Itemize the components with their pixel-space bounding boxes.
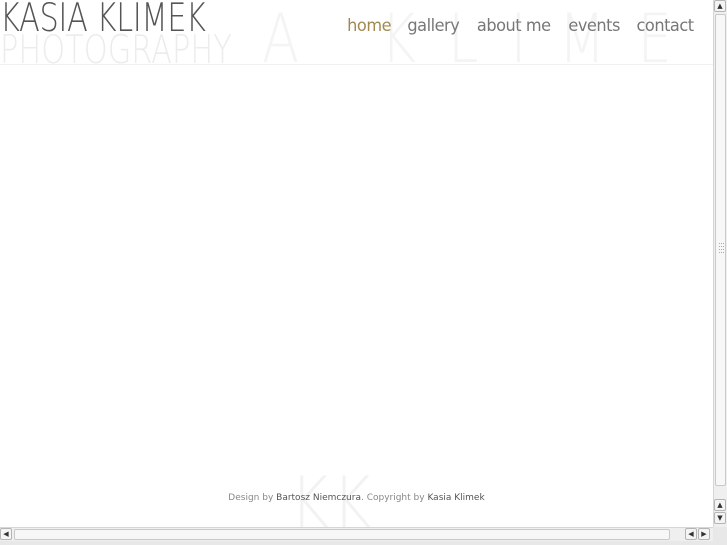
grip-line [719, 246, 724, 248]
nav-contact[interactable]: contact [636, 16, 694, 36]
nav-gallery[interactable]: gallery [408, 16, 460, 36]
scroll-down-button[interactable]: ▼ [714, 512, 726, 524]
designer-link[interactable]: Bartosz Niemczura [276, 493, 361, 503]
owner-link[interactable]: Kasia Klimek [427, 493, 484, 503]
site-footer: Design by Bartosz Niemczura. Copyright b… [0, 493, 713, 503]
grip-line [719, 243, 724, 245]
logo-watermark: A KLIMEK [262, 0, 713, 79]
site-header: A KLIMEK PHOTOGRAPHY KASIA KLIMEK home g… [0, 0, 713, 79]
window-bottom-edge [0, 541, 727, 545]
site-logo[interactable]: KASIA KLIMEK [0, 0, 206, 41]
nav-home[interactable]: home [347, 16, 391, 36]
scroll-up-button-lower[interactable]: ▲ [714, 499, 726, 511]
nav-events[interactable]: events [568, 16, 620, 36]
scroll-right-button[interactable]: ▶ [698, 528, 710, 540]
nav-about-me[interactable]: about me [477, 16, 551, 36]
scroll-up-button[interactable]: ▲ [714, 0, 726, 12]
page-viewport: A KLIMEK PHOTOGRAPHY KASIA KLIMEK home g… [0, 0, 713, 527]
scroll-left-button-right[interactable]: ◀ [685, 528, 697, 540]
main-nav: home gallery about me events contact [332, 16, 695, 36]
vertical-scroll-thumb[interactable] [715, 14, 726, 486]
grip-line [719, 252, 724, 254]
horizontal-scrollbar[interactable]: ◀ ◀ ▶ [0, 527, 713, 541]
horizontal-scroll-thumb[interactable] [14, 529, 670, 540]
vertical-scrollbar[interactable]: ▲ ▲ ▼ [713, 0, 727, 527]
footer-copyright-prefix: . Copyright by [360, 493, 428, 503]
footer-design-prefix: Design by [228, 493, 277, 503]
grip-line [719, 249, 724, 251]
scroll-left-button[interactable]: ◀ [0, 528, 12, 540]
